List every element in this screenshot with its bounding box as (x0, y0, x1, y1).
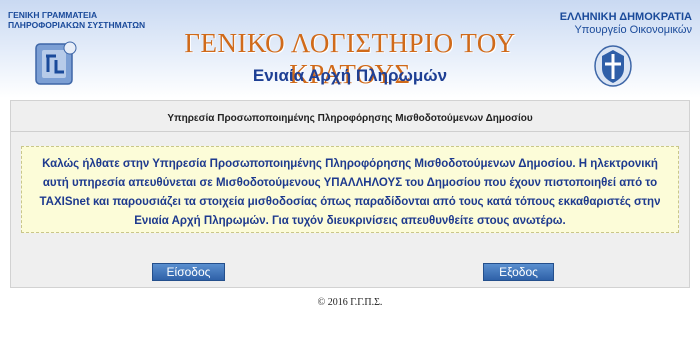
ministry-line1: ΕΛΛΗΝΙΚΗ ΔΗΜΟΚΡΑΤΙΑ (559, 11, 692, 23)
main-panel: Υπηρεσία Προσωποποιημένης Πληροφόρησης Μ… (10, 100, 690, 288)
gsis-logo-icon (34, 38, 80, 88)
site-header: ΓΕΝΙΚΗ ΓΡΑΜΜΑΤΕΙΑ ΠΛΗΡΟΦΟΡΙΑΚΩΝ ΣΥΣΤΗΜΑΤ… (0, 0, 700, 98)
page-subtitle: Ενιαία Αρχή Πληρωμών (252, 66, 448, 85)
panel-divider (11, 131, 689, 132)
gsis-line1: ΓΕΝΙΚΗ ΓΡΑΜΜΑΤΕΙΑ (8, 10, 98, 20)
login-button[interactable]: Είσοδος (152, 263, 225, 281)
greek-emblem-icon (593, 42, 633, 88)
welcome-notice: Καλώς ήλθατε στην Υπηρεσία Προσωποποιημέ… (21, 146, 679, 233)
ministry-name: ΕΛΛΗΝΙΚΗ ΔΗΜΟΚΡΑΤΙΑ Υπουργείο Οικονομικώ… (560, 11, 692, 37)
panel-title: Υπηρεσία Προσωποποιημένης Πληροφόρησης Μ… (167, 113, 533, 124)
gsis-line2: ΠΛΗΡΟΦΟΡΙΑΚΩΝ ΣΥΣΤΗΜΑΤΩΝ (8, 20, 146, 30)
logout-button[interactable]: Εξοδος (483, 263, 554, 281)
footer-copyright: © 2016 Γ.Γ.Π.Σ. (317, 297, 383, 308)
ministry-line2: Υπουργείο Οικονομικών (574, 24, 692, 36)
gsis-org-name: ΓΕΝΙΚΗ ΓΡΑΜΜΑΤΕΙΑ ΠΛΗΡΟΦΟΡΙΑΚΩΝ ΣΥΣΤΗΜΑΤ… (8, 10, 145, 30)
